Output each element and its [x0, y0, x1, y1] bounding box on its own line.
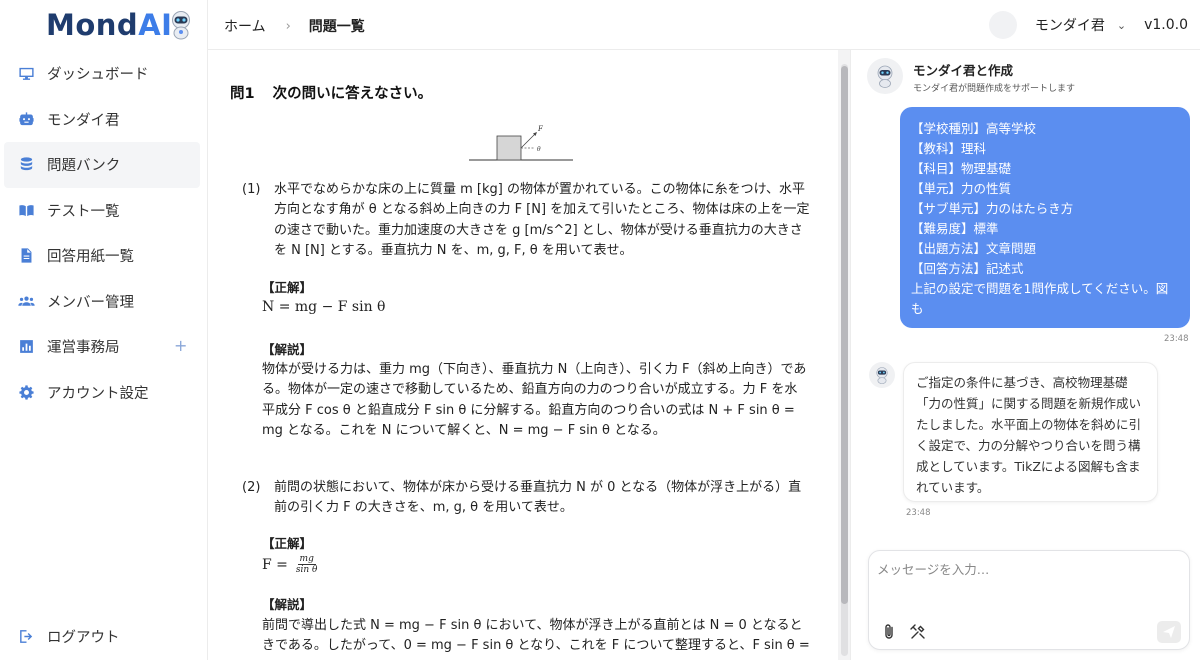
sidebar-item-answer-sheets[interactable]: 回答用紙一覧 — [0, 233, 208, 279]
sidebar-item-dashboard[interactable]: ダッシュボード — [0, 51, 208, 97]
user-message-line: 【サブ単元】力のはたらき方 — [911, 201, 1074, 216]
question-number: 問1 — [230, 86, 255, 102]
top-bar: ホーム › 問題一覧 モンダイ君 ⌄ v1.0.0 — [208, 0, 1200, 50]
bot-avatar-small — [869, 362, 895, 388]
figure-angle-label: θ — [537, 146, 541, 153]
sidebar-item-question-bank[interactable]: 問題バンク — [4, 142, 200, 188]
user-menu[interactable]: モンダイ君 ⌄ v1.0.0 — [988, 10, 1200, 40]
breadcrumb-separator: › — [285, 18, 291, 34]
sub-question-2: (2) 前問の状態において、物体が床から受ける垂直抗力 N が 0 となる（物体… — [242, 478, 812, 519]
user-message-bubble: 【学校種別】高等学校 【教科】理科 【科目】物理基礎 【単元】力の性質 【サブ単… — [900, 107, 1190, 328]
expand-plus-icon[interactable]: + — [174, 336, 187, 355]
chevron-down-icon[interactable]: ⌄ — [1117, 19, 1126, 32]
sub-question-text: 水平でなめらかな床の上に質量 m [kg] の物体が置かれている。この物体に糸を… — [274, 182, 810, 259]
answer-formula: N = mg − F sin θ — [262, 299, 386, 315]
sub-question-1: (1) 水平でなめらかな床の上に質量 m [kg] の物体が置かれている。この物… — [242, 180, 812, 262]
user-message-line: 上記の設定で問題を1問作成してください。図も — [911, 281, 1169, 316]
sub-question-number: (2) — [242, 480, 261, 495]
scrollbar-thumb[interactable] — [841, 66, 848, 604]
force-diagram: F θ — [463, 116, 579, 166]
logo-text-accent: AI — [138, 8, 173, 42]
logout-icon — [17, 628, 35, 646]
question-document: 問1 次の問いに答えなさい。 F θ (1) 水平でなめらかな床の上に質量 m [… — [208, 50, 838, 660]
figure-force-label: F — [537, 125, 544, 133]
sidebar-item-label: モンダイ君 — [47, 112, 120, 129]
logo-text-main: Mond — [46, 8, 139, 42]
user-message-line: 【出題方法】文章問題 — [911, 241, 1037, 256]
sidebar-item-label: アカウント設定 — [47, 385, 149, 402]
sidebar-item-member-management[interactable]: メンバー管理 — [0, 279, 208, 325]
bot-message-bubble: ご指定の条件に基づき、高校物理基礎「力の性質」に関する問題を新規作成いたしました… — [903, 362, 1158, 502]
explanation-label: 【解説】 — [262, 597, 313, 612]
question-heading: 次の問いに答えなさい。 — [272, 86, 433, 102]
sidebar-item-admin-office[interactable]: 運営事務局 + — [0, 324, 208, 370]
answer-lhs: F = — [262, 556, 288, 573]
send-button[interactable] — [1157, 621, 1181, 643]
answer-label: 【正解】 — [262, 536, 313, 551]
sidebar-item-test-list[interactable]: テスト一覧 — [0, 188, 208, 234]
book-icon — [17, 201, 35, 219]
people-icon — [17, 292, 35, 310]
answer-formula: F = mg sin θ — [262, 554, 319, 575]
logout-button[interactable]: ログアウト — [17, 626, 120, 647]
sidebar-item-label: テスト一覧 — [47, 203, 120, 220]
version-label: v1.0.0 — [1144, 17, 1188, 33]
chat-title: モンダイ君と作成 — [913, 63, 1014, 78]
fraction-denominator: sin θ — [295, 565, 318, 575]
document-icon — [17, 247, 35, 265]
question-title: 問1 次の問いに答えなさい。 — [230, 82, 814, 103]
sidebar-item-label: ダッシュボード — [47, 67, 149, 84]
breadcrumb: ホーム › 問題一覧 — [224, 16, 365, 36]
explanation-text: 物体が受ける力は、重力 mg（下向き）、垂直抗力 N（上向き）、引く力 F（斜め… — [262, 362, 807, 439]
sub-question-text: 前問の状態において、物体が床から受ける垂直抗力 N が 0 となる（物体が浮き上… — [274, 480, 802, 516]
robot-icon — [876, 367, 888, 384]
breadcrumb-home[interactable]: ホーム — [224, 16, 266, 36]
robot-icon — [17, 110, 35, 128]
sidebar-item-label: 回答用紙一覧 — [47, 249, 134, 266]
avatar[interactable] — [988, 11, 1017, 39]
database-icon — [17, 156, 35, 174]
explanation-text: 前問で導出した式 N = mg − F sin θ において、物体が浮き上がる直… — [262, 618, 810, 654]
user-name[interactable]: モンダイ君 — [1035, 15, 1105, 35]
chat-subtitle: モンダイ君が問題作成をサポートします — [913, 84, 1076, 94]
paperclip-icon[interactable] — [881, 623, 897, 641]
sidebar-item-label: 問題バンク — [47, 158, 121, 175]
document-area: 問1 次の問いに答えなさい。 F θ (1) 水平でなめらかな床の上に質量 m [… — [208, 50, 850, 660]
message-composer — [868, 550, 1190, 650]
user-message-line: 【回答方法】記述式 — [911, 261, 1024, 276]
sidebar-item-mondai-kun[interactable]: モンダイ君 — [0, 97, 208, 143]
sidebar: MondAI ダッシュボード モンダイ君 問題バンク テスト一覧 回答用紙一覧 … — [0, 0, 208, 660]
tools-icon[interactable] — [909, 623, 927, 641]
send-icon — [1163, 626, 1175, 638]
user-message-time: 23:48 — [1164, 334, 1189, 344]
chart-icon — [17, 338, 35, 356]
robot-icon — [877, 65, 893, 88]
bot-message-time: 23:48 — [906, 508, 931, 518]
fraction-numerator: mg — [297, 554, 316, 565]
user-message-line: 【科目】物理基礎 — [911, 161, 1012, 176]
logout-label: ログアウト — [47, 630, 120, 646]
chat-header: モンダイ君と作成 モンダイ君が問題作成をサポートします — [867, 58, 1075, 94]
bot-avatar — [867, 58, 903, 94]
sidebar-nav: ダッシュボード モンダイ君 問題バンク テスト一覧 回答用紙一覧 メンバー管理 … — [0, 51, 208, 415]
robot-mascot-icon — [172, 11, 191, 40]
user-message-line: 【難易度】標準 — [911, 221, 999, 236]
chat-panel: モンダイ君と作成 モンダイ君が問題作成をサポートします 【学校種別】高等学校 【… — [850, 50, 1200, 660]
breadcrumb-current: 問題一覧 — [308, 19, 365, 35]
monitor-icon — [17, 65, 35, 83]
user-message-line: 【教科】理科 — [911, 141, 987, 156]
message-input[interactable] — [877, 559, 1177, 609]
answer-label: 【正解】 — [262, 280, 313, 295]
answer-fraction: mg sin θ — [294, 554, 320, 575]
user-message-line: 【学校種別】高等学校 — [911, 121, 1037, 136]
sub-question-number: (1) — [242, 182, 261, 197]
sidebar-item-label: 運営事務局 — [47, 340, 120, 357]
explanation-label: 【解説】 — [262, 342, 313, 357]
sidebar-item-account-settings[interactable]: アカウント設定 — [0, 370, 208, 416]
app-logo[interactable]: MondAI — [46, 6, 194, 44]
sidebar-item-label: メンバー管理 — [47, 294, 134, 311]
gear-icon — [17, 383, 35, 401]
user-message-line: 【単元】力の性質 — [911, 181, 1012, 196]
document-scrollbar[interactable] — [841, 64, 848, 656]
